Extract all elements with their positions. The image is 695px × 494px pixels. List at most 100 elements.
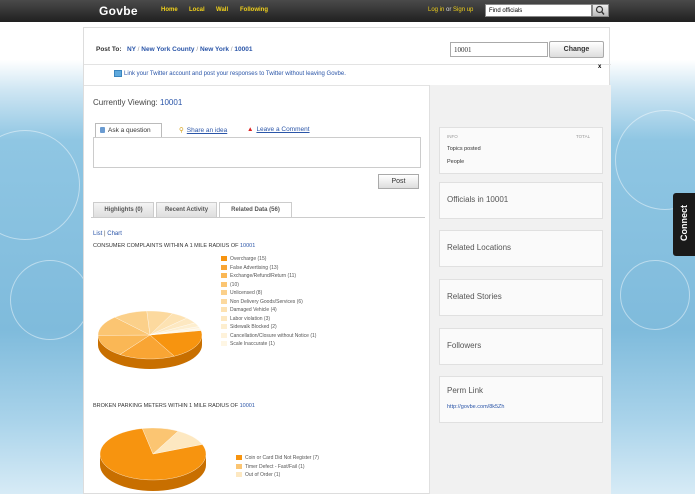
legend-swatch	[221, 290, 227, 296]
background-swirl	[10, 260, 90, 340]
chart-view-link[interactable]: Chart	[107, 231, 122, 237]
crumb-zip[interactable]: 10001	[234, 46, 252, 53]
nav-local[interactable]: Local	[189, 7, 205, 13]
tab-highlights[interactable]: Highlights (0)	[93, 202, 154, 218]
info-box: INFO TOTAL Topics posted People	[439, 127, 603, 174]
chart-title-parking: Broken Parking Meters within 1 mile radi…	[93, 403, 255, 409]
content-column: Currently Viewing: 10001 Ask a question …	[84, 85, 429, 494]
legend-label: Damaged Vehicle (4)	[230, 307, 277, 313]
nav-home[interactable]: Home	[161, 7, 178, 13]
chart-legend-parking: Coin or Card Did Not Register (7) Timer D…	[236, 454, 319, 480]
legend-swatch	[221, 281, 227, 287]
related-locations-title: Related Locations	[447, 243, 512, 252]
find-officials-input[interactable]: Find officials	[485, 4, 592, 17]
perm-link-url[interactable]: http://govbe.com/8k5Zh	[447, 404, 504, 410]
chart-title-link[interactable]: 10001	[240, 403, 255, 409]
legend-item: Timer Defect - Fast/Fail (1)	[236, 463, 319, 472]
background-swirl	[0, 130, 80, 240]
logo[interactable]: Govbe	[99, 4, 138, 18]
chart-title-text: Consumer Complaints within a 1 mile radi…	[93, 243, 239, 249]
currently-viewing-value[interactable]: 10001	[160, 98, 182, 107]
leave-comment-label: Leave a Comment	[256, 126, 310, 133]
chart-title-link[interactable]: 10001	[240, 243, 255, 249]
legend-label: Cancellation/Closure without Notice (1)	[230, 332, 317, 339]
pie-chart-parking	[99, 427, 207, 491]
related-stories-title: Related Stories	[447, 292, 502, 301]
tab-related-data[interactable]: Related Data (56)	[219, 202, 292, 218]
crumb-city[interactable]: New York	[200, 46, 229, 53]
crumb-separator: /	[230, 46, 233, 53]
composer-textarea[interactable]	[93, 137, 421, 168]
chart-title-text: Broken Parking Meters within 1 mile radi…	[93, 403, 239, 409]
zip-input[interactable]: 10001	[450, 42, 548, 57]
legend-label: Sidewalk Blocked (2)	[230, 324, 277, 330]
legend-item: Cancellation/Closure without Notice (1)	[221, 332, 316, 341]
related-stories-box[interactable]: Related Stories	[439, 279, 603, 316]
legend-swatch	[221, 341, 227, 347]
legend-swatch	[236, 455, 242, 461]
list-view-link[interactable]: List	[93, 231, 102, 237]
ask-question-label: Ask a question	[108, 127, 151, 134]
question-icon	[100, 127, 105, 134]
pie-chart-complaints	[97, 310, 203, 369]
auth-or: or	[446, 7, 452, 13]
change-button[interactable]: Change	[549, 41, 604, 58]
legend-swatch	[236, 463, 242, 469]
legend-item: False Advertising (13)	[221, 264, 316, 273]
twitter-icon	[114, 70, 122, 77]
login-link[interactable]: Log in	[428, 7, 444, 13]
ask-question-tab[interactable]: Ask a question	[95, 123, 162, 137]
close-icon[interactable]: x	[598, 64, 601, 70]
post-to-label: Post To:	[96, 46, 122, 53]
connect-tab[interactable]: Connect	[673, 193, 695, 256]
legend-swatch	[221, 332, 227, 338]
legend-label: Overcharge (15)	[230, 256, 267, 262]
tab-recent-activity[interactable]: Recent Activity	[156, 202, 217, 218]
crumb-separator: /	[137, 46, 140, 53]
legend-label: Non Delivery Goods/Services (6)	[230, 298, 303, 305]
legend-item: Coin or Card Did Not Register (7)	[236, 454, 319, 463]
legend-label: Unlicensed (8)	[230, 290, 263, 296]
nav-wall[interactable]: Wall	[216, 7, 228, 13]
share-idea-link[interactable]: ⚲ Share an idea	[179, 126, 227, 134]
legend-swatch	[236, 472, 242, 478]
followers-title: Followers	[447, 341, 482, 350]
crumb-county[interactable]: New York County	[141, 46, 194, 53]
chart-title-complaints: Consumer Complaints within a 1 mile radi…	[93, 243, 255, 249]
leave-comment-link[interactable]: ▲ Leave a Comment	[247, 126, 310, 133]
followers-box[interactable]: Followers	[439, 328, 603, 365]
search-button[interactable]	[592, 4, 609, 17]
background-swirl	[620, 260, 690, 330]
crumb-ny[interactable]: NY	[127, 46, 136, 53]
view-toggle: List | Chart	[93, 231, 122, 237]
people-label: People	[447, 159, 465, 165]
post-button[interactable]: Post	[378, 174, 419, 189]
crumb-separator: /	[196, 46, 199, 53]
divider	[84, 64, 611, 65]
legend-label: Exchange/Refund/Return (11)	[230, 273, 297, 279]
legend-item: Non Delivery Goods/Services (6)	[221, 298, 316, 307]
related-locations-box[interactable]: Related Locations	[439, 230, 603, 267]
twitter-notice[interactable]: Link your Twitter account and post your …	[114, 70, 346, 77]
signup-link[interactable]: Sign up	[453, 7, 473, 13]
legend-label: Labor violation (3)	[230, 315, 271, 322]
perm-link-title: Perm Link	[447, 386, 484, 395]
warning-icon: ▲	[247, 126, 254, 133]
officials-box[interactable]: Officials in 10001	[439, 182, 603, 219]
nav-following[interactable]: Following	[240, 7, 268, 13]
legend-swatch	[221, 264, 227, 270]
info-header: INFO	[447, 134, 458, 139]
legend-label: Out of Order (1)	[245, 472, 281, 478]
post-to-breadcrumb: Post To: NY / New York County / New York…	[96, 46, 253, 53]
legend-swatch	[221, 307, 227, 313]
total-header: TOTAL	[576, 134, 591, 139]
legend-swatch	[221, 273, 227, 279]
currently-viewing-label: Currently Viewing:	[93, 98, 158, 107]
lightbulb-icon: ⚲	[179, 127, 184, 134]
top-nav-bar: Govbe Home Local Wall Following Log in o…	[0, 0, 695, 22]
legend-item: Unlicensed (8)	[221, 289, 316, 298]
legend-swatch	[221, 315, 227, 321]
legend-item: Overcharge (15)	[221, 255, 316, 264]
legend-item: Labor violation (3)	[221, 315, 316, 324]
legend-item: Exchange/Refund/Return (11)	[221, 272, 316, 281]
